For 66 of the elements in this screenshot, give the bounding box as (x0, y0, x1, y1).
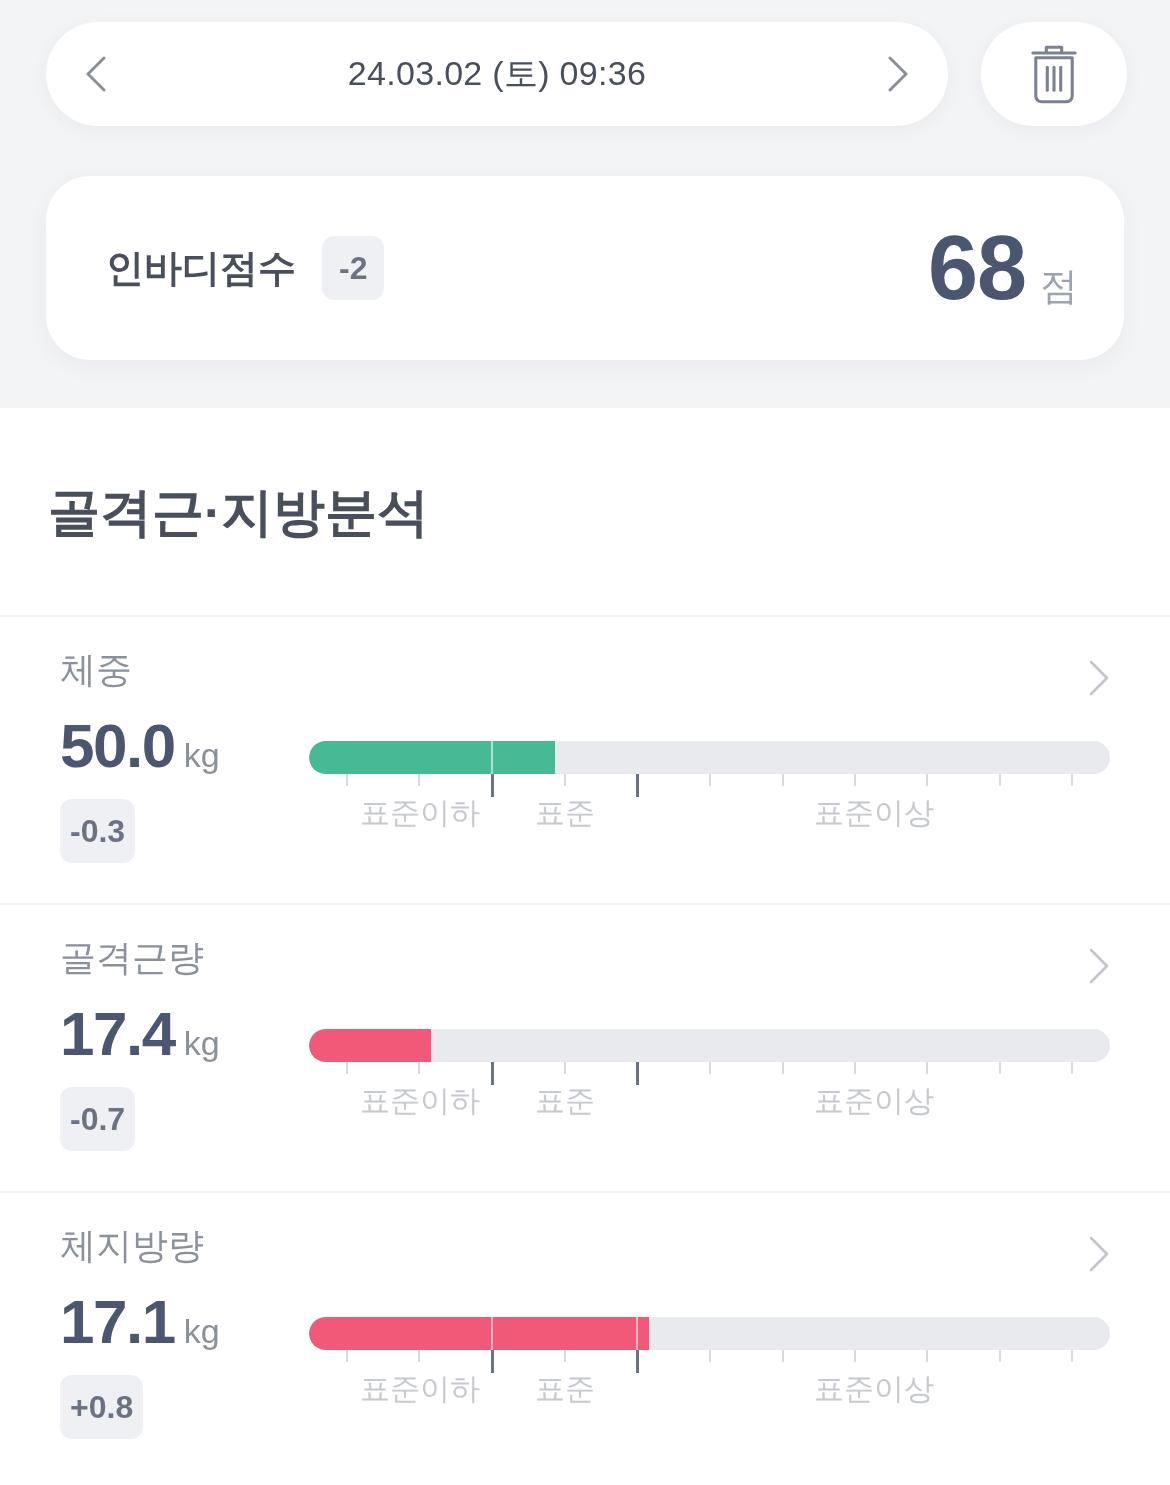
chevron-left-icon (86, 56, 106, 92)
chevron-right-icon[interactable] (1088, 948, 1110, 984)
range-divider-tick (636, 774, 640, 797)
range-divider-tick (490, 774, 494, 797)
range-label: 표준이하 (359, 1371, 480, 1407)
scale-tick (346, 774, 348, 786)
range-divider-tick (636, 1350, 640, 1373)
range-divider-tick (490, 1350, 494, 1373)
metric-name: 체지방량 (60, 1224, 204, 1268)
range-label: 표준이상 (813, 1371, 934, 1407)
range-label: 표준이상 (813, 795, 934, 831)
range-label: 표준 (534, 1371, 595, 1407)
trash-icon (1031, 44, 1077, 104)
score-value: 68 (927, 216, 1026, 320)
scale-tick (926, 1062, 929, 1074)
scale-tick (418, 1350, 421, 1362)
range-label: 표준 (534, 1083, 595, 1119)
scale-tick (709, 774, 712, 786)
scale-tick (709, 1350, 712, 1362)
range-divider-tick (490, 1062, 494, 1085)
metric-unit: kg (183, 736, 220, 775)
scale-tick (1070, 1350, 1073, 1362)
section-title: 골격근·지방분석 (47, 482, 431, 543)
scale-tick (563, 1350, 566, 1362)
scale-tick (709, 1062, 712, 1074)
scale-tick (998, 774, 1001, 786)
scale-tick (346, 1062, 348, 1074)
metric-name: 체중 (60, 648, 132, 692)
scale-tick (418, 774, 421, 786)
metric-unit: kg (183, 1024, 220, 1063)
metric-value: 50.0 (60, 711, 175, 781)
scale-tick (854, 1062, 857, 1074)
range-label: 표준 (534, 795, 595, 831)
scale-tick (781, 1350, 784, 1362)
score-unit: 점 (1040, 263, 1078, 309)
metric-value: 17.1 (60, 1287, 175, 1357)
scale-tick (418, 1062, 421, 1074)
scale-tick (854, 1350, 857, 1362)
scale-tick (926, 1350, 929, 1362)
change-badge: +0.8 (60, 1375, 144, 1439)
change-badge: -0.3 (60, 799, 136, 863)
chevron-right-icon[interactable] (1088, 660, 1110, 696)
metric-name: 골격근량 (60, 936, 204, 980)
scale-tick (998, 1062, 1001, 1074)
scale-tick (346, 1350, 348, 1362)
scale-tick (781, 774, 784, 786)
range-label: 표준이상 (813, 1083, 934, 1119)
scale-tick (998, 1350, 1001, 1362)
scale-tick (854, 774, 857, 786)
change-badge: -0.7 (60, 1087, 136, 1151)
range-label: 표준이하 (359, 1083, 480, 1119)
range-label: 표준이하 (359, 795, 480, 831)
scale-tick (563, 1062, 566, 1074)
scale-tick (926, 774, 929, 786)
score-label: 인바디점수 (106, 245, 296, 291)
score-change-badge: -2 (322, 236, 385, 300)
scale-tick (563, 774, 566, 786)
scale-tick (1070, 774, 1073, 786)
metric-unit: kg (183, 1312, 220, 1351)
scale-tick (1070, 1062, 1073, 1074)
chevron-right-icon[interactable] (1088, 1236, 1110, 1272)
scale-tick (781, 1062, 784, 1074)
date-time-text: 24.03.02 (토) 09:36 (347, 53, 647, 94)
metric-value: 17.4 (60, 999, 175, 1069)
chevron-right-icon (888, 56, 908, 92)
range-divider-tick (636, 1062, 640, 1085)
